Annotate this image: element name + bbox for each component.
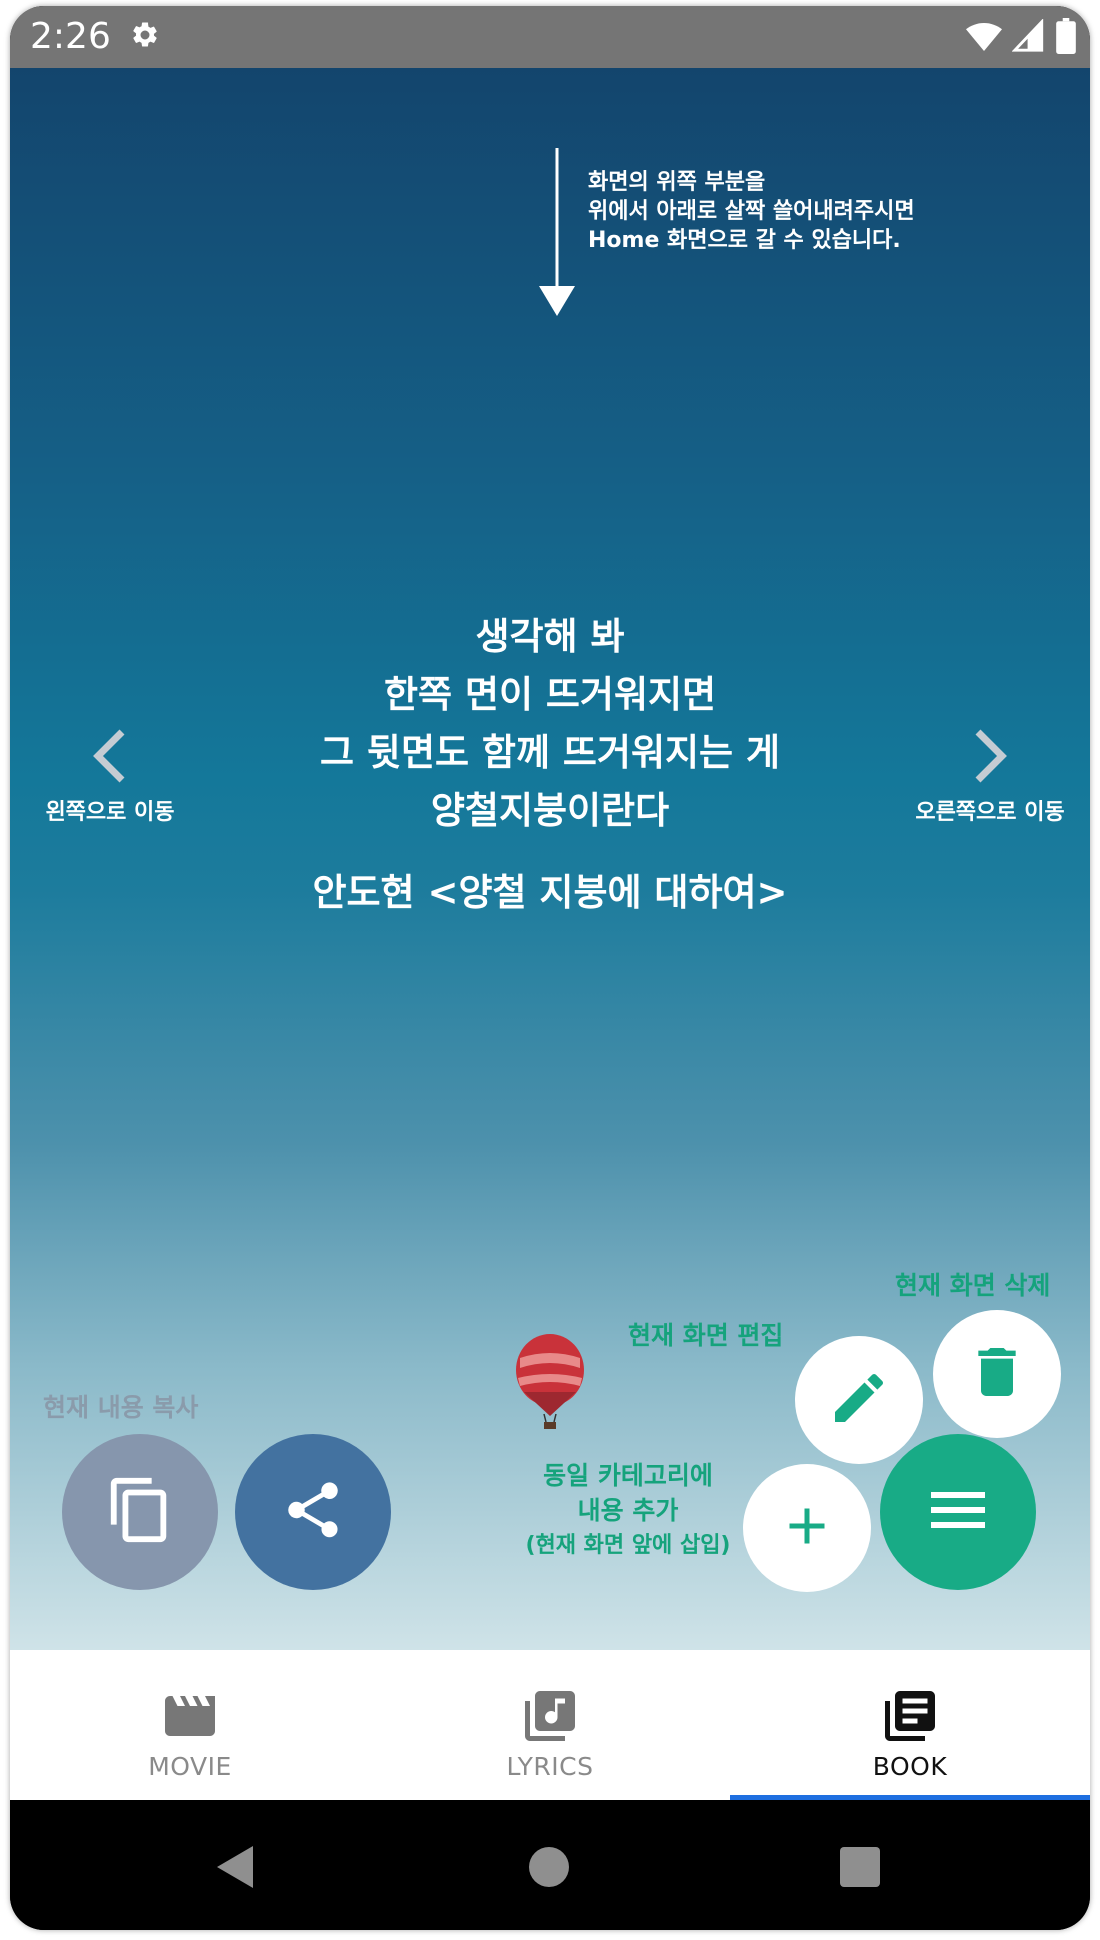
quote-author: 안도현 <양철 지붕에 대하여> (312, 871, 788, 914)
copy-button[interactable] (62, 1434, 218, 1590)
tab-book-label: BOOK (872, 1752, 948, 1781)
book-library-icon (730, 1686, 1090, 1746)
swipe-hint-text: 화면의 위쪽 부분을 위에서 아래로 살짝 쓸어내려주시면 Home 화면으로 … (588, 168, 988, 255)
swipe-down-arrow-icon (537, 148, 577, 322)
recent-apps-icon[interactable] (840, 1847, 880, 1887)
quote-line: 한쪽 면이 뜨거워지면 (383, 673, 717, 716)
pencil-icon (827, 1366, 891, 1434)
hint-line: Home 화면으로 갈 수 있습니다. (588, 228, 901, 253)
navigate-left-label: 왼쪽으로 이동 (45, 800, 175, 825)
bottom-tab-bar: MOVIE LYRICS BOOK (10, 1650, 1090, 1800)
quote-line: 생각해 봐 (475, 615, 625, 658)
copy-label: 현재 내용 복사 (43, 1393, 199, 1422)
phone-screen: 2:26 화면의 위쪽 부분을 위에서 아래로 살짝 쓸어내려주시면 Home … (10, 6, 1090, 1930)
trash-icon (965, 1340, 1029, 1408)
share-button[interactable] (235, 1434, 391, 1590)
hint-line: 위에서 아래로 살짝 쓸어내려주시면 (588, 199, 915, 224)
add-label-line: 내용 추가 (577, 1496, 679, 1525)
hint-line: 화면의 위쪽 부분을 (588, 170, 766, 195)
plus-icon (777, 1496, 837, 1560)
add-label-line: (현재 화면 앞에 삽입) (525, 1533, 731, 1558)
add-label-line: 동일 카테고리에 (543, 1461, 713, 1490)
cell-signal-icon (1011, 18, 1046, 57)
delete-label: 현재 화면 삭제 (895, 1271, 1051, 1300)
add-content-button[interactable] (743, 1464, 871, 1592)
home-icon[interactable] (529, 1847, 569, 1887)
settings-gear-icon (130, 20, 160, 54)
music-library-icon (370, 1686, 730, 1746)
tab-lyrics[interactable]: LYRICS (370, 1650, 730, 1800)
menu-icon (922, 1474, 994, 1550)
navigate-right-button[interactable]: 오른쪽으로 이동 (900, 728, 1080, 826)
edit-label: 현재 화면 편집 (628, 1321, 784, 1350)
back-icon[interactable] (215, 1844, 255, 1894)
edit-button[interactable] (795, 1336, 923, 1464)
navigate-right-label: 오른쪽으로 이동 (915, 800, 1065, 825)
tab-movie[interactable]: MOVIE (10, 1650, 370, 1800)
add-content-label: 동일 카테고리에 내용 추가 (현재 화면 앞에 삽입) (518, 1458, 738, 1563)
status-bar: 2:26 (10, 6, 1090, 68)
status-time: 2:26 (30, 16, 111, 57)
chevron-right-icon (900, 728, 1080, 788)
system-navigation-bar (10, 1800, 1090, 1930)
delete-button[interactable] (933, 1310, 1061, 1438)
share-icon (280, 1477, 346, 1547)
copy-icon (105, 1475, 175, 1549)
menu-button[interactable] (880, 1434, 1036, 1590)
movie-clapper-icon (10, 1686, 370, 1746)
content-screen[interactable]: 화면의 위쪽 부분을 위에서 아래로 살짝 쓸어내려주시면 Home 화면으로 … (10, 68, 1090, 1650)
hot-air-balloon-image (510, 1334, 590, 1434)
tab-movie-label: MOVIE (148, 1752, 232, 1781)
navigate-left-button[interactable]: 왼쪽으로 이동 (30, 728, 190, 826)
battery-icon (1056, 18, 1076, 58)
wifi-icon (966, 19, 1002, 57)
tab-book[interactable]: BOOK (730, 1650, 1090, 1800)
chevron-left-icon (30, 728, 190, 788)
tab-lyrics-label: LYRICS (506, 1752, 594, 1781)
